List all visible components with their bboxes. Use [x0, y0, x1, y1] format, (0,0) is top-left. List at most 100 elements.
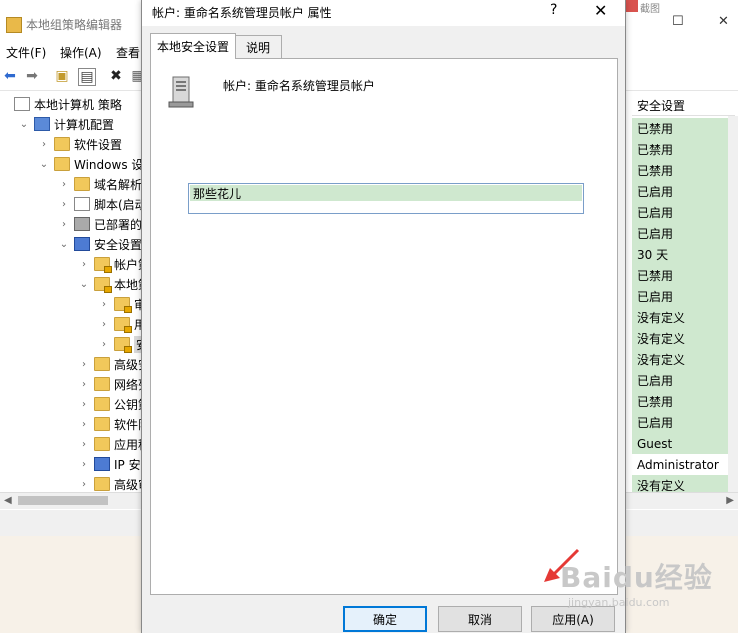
watermark: Baidu经验 jingyan.baidu.com — [560, 556, 730, 616]
delete-icon[interactable]: ✖ — [108, 68, 124, 84]
chevron-right-icon[interactable]: › — [58, 199, 70, 210]
help-icon[interactable]: ? — [550, 2, 557, 18]
chevron-right-icon[interactable]: › — [58, 219, 70, 230]
policy-value-row[interactable]: 已禁用 — [632, 265, 733, 286]
console-tree: 本地计算机 策略 ⌄ 计算机配置 › 软件设置 ⌄ Windows 设置 › 域名解析策 › 脚本(… — [0, 92, 165, 492]
locked-folder-icon — [94, 257, 112, 273]
chevron-down-icon[interactable]: ⌄ — [78, 279, 90, 290]
policy-value-row[interactable]: Administrator — [632, 454, 733, 475]
policy-value-row[interactable]: 没有定义 — [632, 307, 733, 328]
dialog-title-bar: 帐户: 重命名系统管理员帐户 属性 ? ✕ — [142, 0, 625, 26]
column-header-security-setting[interactable]: 安全设置 — [632, 95, 735, 116]
chevron-right-icon[interactable]: › — [78, 419, 90, 430]
tab-local-security-setting[interactable]: 本地安全设置 — [150, 33, 236, 59]
policy-value-row[interactable]: 已禁用 — [632, 160, 733, 181]
policy-value-row[interactable]: 已禁用 — [632, 391, 733, 412]
folder-icon — [94, 477, 110, 491]
policy-value-row[interactable]: 没有定义 — [632, 328, 733, 349]
policy-value-row[interactable]: 30 天 — [632, 244, 733, 265]
policy-value-row[interactable]: 已启用 — [632, 370, 733, 391]
folder-icon — [54, 157, 70, 171]
policy-doc-icon — [14, 97, 30, 111]
chevron-right-icon[interactable]: › — [78, 379, 90, 390]
folder-icon — [94, 377, 110, 391]
policy-value-row[interactable]: 已启用 — [632, 286, 733, 307]
chevron-right-icon[interactable]: › — [78, 479, 90, 490]
locked-folder-icon — [114, 297, 132, 313]
folder-icon — [74, 177, 90, 191]
tree-node[interactable]: ⌄ 计算机配置 — [18, 114, 114, 134]
printer-icon — [74, 217, 90, 231]
policy-value-row[interactable]: 已启用 — [632, 412, 733, 433]
peek-tab-label: 截图 — [640, 4, 660, 15]
server-icon — [168, 76, 194, 108]
account-label: 帐户: 重命名系统管理员帐户 — [223, 79, 375, 93]
up-folder-icon[interactable]: ▣ — [54, 68, 70, 84]
policy-value-row[interactable]: 已禁用 — [632, 139, 733, 160]
locked-folder-icon — [94, 277, 112, 293]
dialog-close-icon[interactable]: ✕ — [594, 1, 607, 20]
tree-node[interactable]: ⌄ Windows 设置 — [38, 154, 155, 174]
shield-icon — [94, 457, 110, 471]
menu-view[interactable]: 查看 — [116, 44, 140, 61]
chevron-right-icon[interactable]: › — [58, 179, 70, 190]
scroll-thumb[interactable] — [18, 496, 108, 505]
locked-folder-icon — [114, 337, 132, 353]
show-hide-tree-icon[interactable]: ▤ — [78, 68, 96, 86]
tree-node-label: 本地计算机 策略 — [34, 97, 122, 112]
policy-value-row[interactable]: 已启用 — [632, 202, 733, 223]
watermark-url: jingyan.baidu.com — [568, 596, 670, 609]
folder-icon — [94, 437, 110, 451]
policy-value-row[interactable]: 已启用 — [632, 181, 733, 202]
chevron-right-icon[interactable]: › — [98, 319, 110, 330]
app-icon — [6, 17, 22, 33]
ok-button[interactable]: 确定 — [343, 606, 427, 632]
folder-icon — [94, 417, 110, 431]
folder-icon — [94, 397, 110, 411]
chevron-right-icon[interactable]: › — [78, 399, 90, 410]
locked-folder-icon — [114, 317, 132, 333]
minimize-icon[interactable]: ☐ — [672, 14, 684, 29]
properties-dialog: 帐户: 重命名系统管理员帐户 属性 ? ✕ 本地安全设置 说明 帐户: 重命名系… — [141, 0, 626, 633]
chevron-down-icon[interactable]: ⌄ — [38, 159, 50, 170]
back-arrow-icon[interactable]: ⬅ — [2, 68, 18, 84]
chevron-right-icon[interactable]: › — [38, 139, 50, 150]
policy-value-row[interactable]: 没有定义 — [632, 349, 733, 370]
scroll-left-icon[interactable]: ◀ — [4, 495, 12, 506]
tree-node[interactable]: › 软件设置 — [38, 134, 122, 154]
tree-node[interactable]: › 域名解析策 — [58, 174, 154, 194]
scroll-right-icon[interactable]: ▶ — [726, 495, 734, 506]
folder-icon — [94, 357, 110, 371]
chevron-right-icon[interactable]: › — [98, 339, 110, 350]
tree-node[interactable]: ⌄ 安全设置 — [58, 234, 142, 254]
chevron-right-icon[interactable]: › — [78, 439, 90, 450]
tree-node[interactable]: 本地计算机 策略 — [0, 94, 122, 114]
dialog-title: 帐户: 重命名系统管理员帐户 属性 — [152, 6, 332, 20]
account-name-field[interactable] — [188, 183, 584, 214]
account-name-input[interactable] — [191, 184, 583, 202]
policy-value-row[interactable]: 已启用 — [632, 223, 733, 244]
tree-node-label: 计算机配置 — [54, 117, 115, 132]
chevron-right-icon[interactable]: › — [78, 359, 90, 370]
tab-explain[interactable]: 说明 — [234, 35, 282, 59]
chevron-right-icon[interactable]: › — [78, 459, 90, 470]
watermark-brand: Baidu经验 — [560, 561, 713, 594]
chevron-down-icon[interactable]: ⌄ — [18, 119, 30, 130]
menu-action[interactable]: 操作(A) — [60, 44, 102, 61]
tree-node-label: 安全设置 — [94, 237, 143, 252]
chevron-down-icon[interactable]: ⌄ — [58, 239, 70, 250]
chevron-right-icon[interactable]: › — [98, 299, 110, 310]
forward-arrow-icon[interactable]: ➡ — [24, 68, 40, 84]
policy-value-row[interactable]: 已禁用 — [632, 118, 733, 139]
shield-icon — [74, 237, 90, 251]
tree-node[interactable]: › 已部署的打 — [58, 214, 154, 234]
policy-value-row[interactable]: Guest — [632, 433, 733, 454]
close-icon[interactable]: ✕ — [718, 14, 729, 29]
chevron-right-icon[interactable]: › — [78, 259, 90, 270]
bg-window-title: 本地组策略编辑器 — [26, 18, 123, 32]
menu-file[interactable]: 文件(F) — [6, 44, 46, 61]
vertical-scrollbar[interactable] — [728, 116, 738, 492]
computer-icon — [34, 117, 50, 131]
cancel-button[interactable]: 取消 — [438, 606, 522, 632]
policy-doc-icon — [74, 197, 90, 211]
